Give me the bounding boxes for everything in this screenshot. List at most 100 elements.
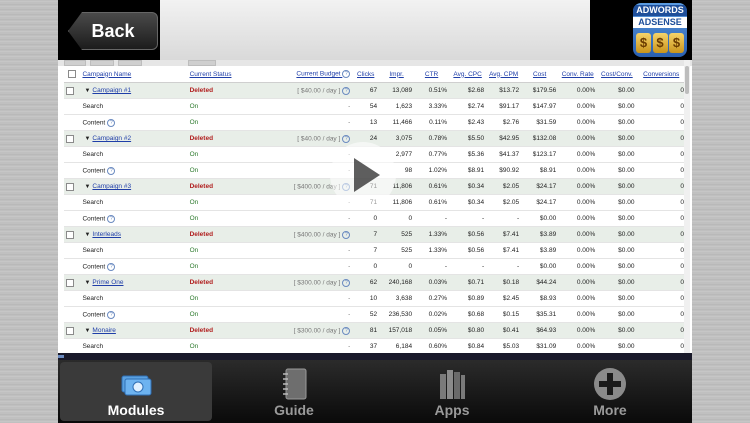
campaign-row: ▼ Interleads Deleted[ $400.00 / day ]? 7 525…: [64, 226, 686, 243]
expand-triangle-icon[interactable]: ▼: [84, 328, 90, 334]
tab-label: Apps: [434, 402, 470, 418]
expand-triangle-icon[interactable]: ▼: [84, 280, 90, 286]
tab-modules[interactable]: Modules: [60, 362, 212, 421]
help-icon: ?: [107, 262, 116, 271]
budget-cell: -: [249, 194, 353, 211]
column-header-impr[interactable]: Impr.: [379, 66, 415, 83]
cell-cost-conv: $0.00: [597, 178, 637, 195]
cell-cost: $44.24: [521, 274, 559, 291]
tab-bar: Modules Guide Apps More: [58, 360, 692, 423]
column-header-cost[interactable]: Cost: [521, 66, 559, 83]
row-checkbox: [64, 306, 81, 323]
tab-label: Modules: [107, 402, 165, 418]
row-checkbox[interactable]: [64, 274, 81, 291]
network-row: Search On -7 525 1.33% $0.56 $7.41 $3.89 0.00% $0…: [64, 242, 686, 259]
row-checkbox[interactable]: [64, 82, 81, 99]
play-icon[interactable]: [330, 142, 396, 208]
cell-conv-rate: 0.00%: [558, 258, 598, 275]
help-icon: ?: [107, 214, 116, 223]
network-name: Search: [80, 98, 188, 115]
budget-cell: [ $300.00 / day ]?: [249, 322, 353, 339]
cell-ctr: 0.77%: [414, 146, 450, 163]
expand-triangle-icon[interactable]: ▼: [84, 184, 90, 190]
status-cell: Deleted: [187, 226, 250, 243]
cell-conv-rate: 0.00%: [558, 98, 598, 115]
cell-conversions: 0: [636, 322, 686, 339]
campaign-name-link[interactable]: ▼ Monaire: [80, 322, 188, 339]
scrollbar-thumb[interactable]: [685, 66, 689, 94]
row-checkbox[interactable]: [64, 322, 81, 339]
network-name: Search: [80, 290, 188, 307]
cell-cost: $0.00: [521, 210, 559, 227]
expand-triangle-icon[interactable]: ▼: [84, 136, 90, 142]
video-progress-bar[interactable]: [58, 353, 692, 360]
video-frame[interactable]: Campaign Name Current Status Current Bud…: [58, 60, 692, 360]
campaign-name-link[interactable]: ▼ Campaign #1: [80, 82, 188, 99]
vertical-scrollbar[interactable]: [684, 60, 690, 360]
cell-ctr: 0.78%: [414, 130, 450, 147]
column-header-cost-conv[interactable]: Cost/Conv.: [597, 66, 637, 83]
cell-impr: 3,075: [379, 130, 415, 147]
campaign-name-link[interactable]: ▼ Prime One: [80, 274, 188, 291]
column-header-conv-rate[interactable]: Conv. Rate: [558, 66, 598, 83]
cell-cpm: $7.41: [486, 242, 522, 259]
campaign-name-link[interactable]: ▼ Interleads: [80, 226, 188, 243]
column-header-avg-cpc[interactable]: Avg. CPC: [449, 66, 487, 83]
column-header-status[interactable]: Current Status: [187, 66, 250, 83]
back-button[interactable]: Back: [68, 12, 158, 50]
column-header-campaign-name[interactable]: Campaign Name: [80, 66, 188, 83]
cell-clicks: 0: [352, 210, 380, 227]
cell-conv-rate: 0.00%: [558, 242, 598, 259]
network-name: Content?: [80, 258, 188, 275]
expand-triangle-icon[interactable]: ▼: [84, 88, 90, 94]
network-name: Search: [80, 194, 188, 211]
cell-ctr: 0.61%: [414, 194, 450, 211]
row-checkbox[interactable]: [64, 178, 81, 195]
row-checkbox: [64, 98, 81, 115]
budget-cell: -: [249, 242, 353, 259]
column-header-budget[interactable]: Current Budget ?: [249, 66, 353, 83]
cell-cost-conv: $0.00: [597, 162, 637, 179]
status-cell: Deleted: [187, 322, 250, 339]
status-cell: Deleted: [187, 274, 250, 291]
campaign-name-link[interactable]: ▼ Campaign #3: [80, 178, 188, 195]
budget-cell: [ $400.00 / day ]?: [249, 226, 353, 243]
cell-ctr: 1.33%: [414, 226, 450, 243]
cell-impr: 11,466: [379, 114, 415, 131]
row-checkbox: [64, 146, 81, 163]
campaign-row: ▼ Campaign #1 Deleted[ $40.00 / day ]? 67 13…: [64, 82, 686, 99]
cell-ctr: 0.05%: [414, 322, 450, 339]
cell-cost: $64.93: [521, 322, 559, 339]
row-checkbox[interactable]: [64, 130, 81, 147]
network-row: Search On -54 1,623 3.33% $2.74 $91.17 $147.97 0…: [64, 98, 686, 115]
table-header-row: Campaign Name Current Status Current Bud…: [64, 66, 686, 83]
tab-apps[interactable]: Apps: [376, 362, 528, 421]
cell-conv-rate: 0.00%: [558, 82, 598, 99]
column-header-avg-cpm[interactable]: Avg. CPM: [486, 66, 522, 83]
network-row: Content? On -13 11,466 0.11% $2.43 $2.76 $31.59…: [64, 114, 686, 131]
status-cell: On: [187, 114, 250, 131]
row-checkbox[interactable]: [64, 226, 81, 243]
expand-triangle-icon[interactable]: ▼: [84, 232, 90, 238]
cell-impr: 3,638: [379, 290, 415, 307]
cell-ctr: 0.51%: [414, 82, 450, 99]
cell-clicks: 7: [352, 242, 380, 259]
network-name: Content?: [80, 306, 188, 323]
cell-cost: $24.17: [521, 194, 559, 211]
cell-conversions: 0: [636, 258, 686, 275]
tab-more[interactable]: More: [534, 362, 686, 421]
cell-conv-rate: 0.00%: [558, 194, 598, 211]
tab-guide[interactable]: Guide: [218, 362, 370, 421]
column-header-clicks[interactable]: Clicks: [352, 66, 380, 83]
cell-cost: $3.89: [521, 226, 559, 243]
status-cell: Deleted: [187, 82, 250, 99]
column-header-ctr[interactable]: CTR: [414, 66, 450, 83]
cell-conv-rate: 0.00%: [558, 210, 598, 227]
tab-label: Guide: [274, 402, 314, 418]
select-all-checkbox[interactable]: [64, 66, 81, 83]
network-row: Content? On -0 0- - - $0.00 0.00% $0.00 0: [64, 210, 686, 227]
column-header-conversions[interactable]: Conversions: [636, 66, 686, 83]
cell-cpc: $0.56: [449, 242, 487, 259]
campaign-name-link[interactable]: ▼ Campaign #2: [80, 130, 188, 147]
cell-cpc: $2.68: [449, 82, 487, 99]
